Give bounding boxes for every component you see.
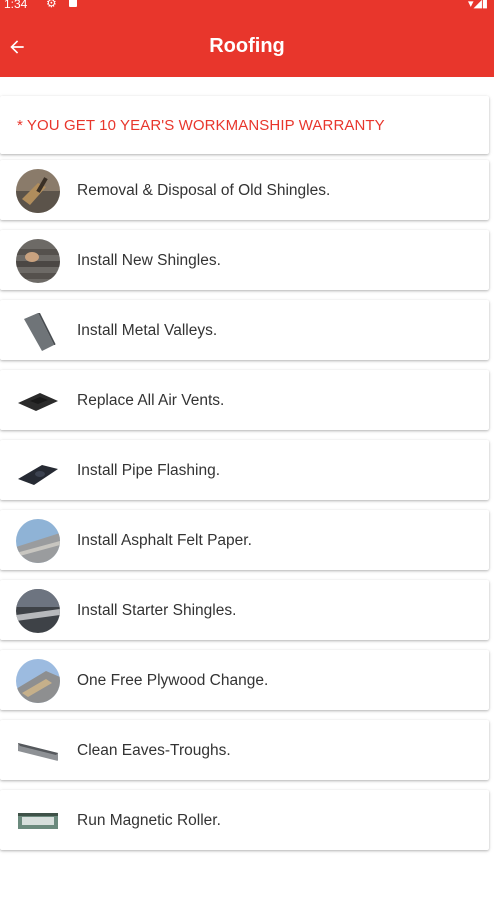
list-item[interactable]: Removal & Disposal of Old Shingles. xyxy=(0,160,489,220)
shingle-removal-photo xyxy=(16,169,60,213)
page-title: Roofing xyxy=(209,35,285,57)
settings-status-icon: ⚙ xyxy=(46,0,57,10)
item-label: Replace All Air Vents. xyxy=(77,392,225,409)
list-item[interactable]: Install Pipe Flashing. xyxy=(0,440,489,500)
pipe-flashing-photo xyxy=(16,449,60,493)
item-label: Install Starter Shingles. xyxy=(77,602,237,619)
new-shingles-photo xyxy=(16,239,60,283)
service-list: * YOU GET 10 YEAR'S WORKMANSHIP WARRANTY… xyxy=(0,96,489,860)
list-item[interactable]: One Free Plywood Change. xyxy=(0,650,489,710)
plywood-photo xyxy=(16,659,60,703)
list-item[interactable]: Install New Shingles. xyxy=(0,230,489,290)
status-bar: 1:34 ⚙ ▾◢▮ xyxy=(0,0,494,14)
list-item[interactable]: Clean Eaves-Troughs. xyxy=(0,720,489,780)
warranty-card: * YOU GET 10 YEAR'S WORKMANSHIP WARRANTY xyxy=(0,96,489,154)
magnetic-roller-photo xyxy=(16,799,60,843)
list-item[interactable]: Replace All Air Vents. xyxy=(0,370,489,430)
item-label: One Free Plywood Change. xyxy=(77,672,269,689)
list-item[interactable]: Install Metal Valleys. xyxy=(0,300,489,360)
item-label: Install Asphalt Felt Paper. xyxy=(77,532,252,549)
sd-card-icon xyxy=(69,0,77,7)
air-vent-photo xyxy=(16,379,60,423)
app-bar: 1:34 ⚙ ▾◢▮ Roofing xyxy=(0,0,494,77)
item-label: Clean Eaves-Troughs. xyxy=(77,742,231,759)
list-item[interactable]: Install Asphalt Felt Paper. xyxy=(0,510,489,570)
warranty-text: * YOU GET 10 YEAR'S WORKMANSHIP WARRANTY xyxy=(17,117,385,134)
felt-paper-photo xyxy=(16,519,60,563)
list-item[interactable]: Install Starter Shingles. xyxy=(0,580,489,640)
eaves-trough-photo xyxy=(16,729,60,773)
status-time: 1:34 xyxy=(4,0,28,11)
item-label: Install Metal Valleys. xyxy=(77,322,218,339)
item-label: Removal & Disposal of Old Shingles. xyxy=(77,182,331,199)
starter-shingles-photo xyxy=(16,589,60,633)
signal-battery-icons: ▾◢▮ xyxy=(467,0,488,10)
item-label: Install Pipe Flashing. xyxy=(77,462,221,479)
list-item[interactable]: Run Magnetic Roller. xyxy=(0,790,489,850)
metal-valley-photo xyxy=(16,309,60,353)
item-label: Run Magnetic Roller. xyxy=(77,812,221,829)
item-label: Install New Shingles. xyxy=(77,252,221,269)
